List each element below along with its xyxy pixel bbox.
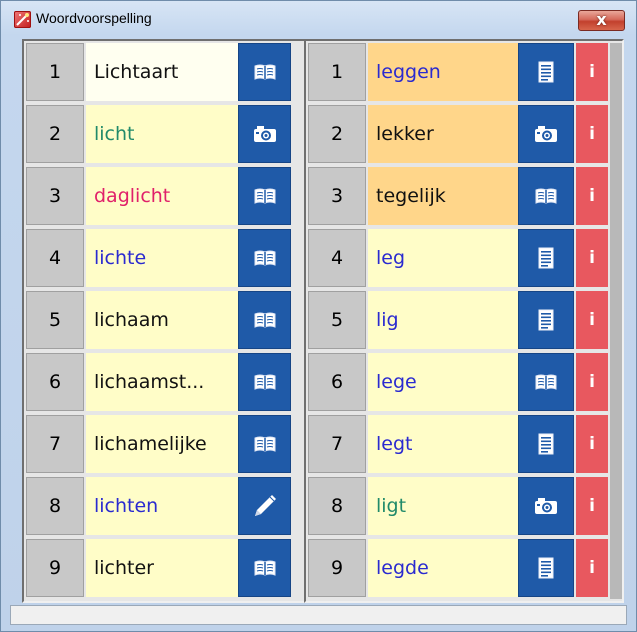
suggestion-word[interactable]: lichaamst...	[86, 353, 238, 411]
window-title: Woordvoorspelling	[36, 10, 152, 26]
suggestion-word[interactable]: leggen	[368, 43, 518, 101]
prediction-window: Woordvoorspelling x 1 Lichtaart 2 licht 3 dag…	[0, 0, 637, 632]
camera-icon[interactable]	[518, 105, 574, 163]
close-button[interactable]: x	[578, 10, 625, 31]
item-number[interactable]: 8	[26, 477, 84, 535]
item-number[interactable]: 6	[308, 353, 366, 411]
list-item[interactable]: 7 legt i	[306, 413, 622, 473]
item-number[interactable]: 5	[26, 291, 84, 349]
list-item[interactable]: 2 lekker i	[306, 103, 622, 163]
book-icon[interactable]	[238, 291, 291, 349]
document-icon[interactable]	[518, 43, 574, 101]
item-number[interactable]: 3	[26, 167, 84, 225]
item-number[interactable]: 3	[308, 167, 366, 225]
info-icon[interactable]: i	[576, 415, 608, 473]
document-icon[interactable]	[518, 291, 574, 349]
item-number[interactable]: 7	[26, 415, 84, 473]
book-icon[interactable]	[238, 539, 291, 597]
document-icon[interactable]	[518, 539, 574, 597]
book-icon[interactable]	[518, 167, 574, 225]
list-item[interactable]: 3 tegelijk i	[306, 165, 622, 225]
book-icon[interactable]	[238, 43, 291, 101]
info-icon[interactable]: i	[576, 229, 608, 287]
item-number[interactable]: 8	[308, 477, 366, 535]
item-number[interactable]: 9	[308, 539, 366, 597]
book-icon[interactable]	[238, 353, 291, 411]
document-icon[interactable]	[518, 415, 574, 473]
suggestion-word[interactable]: lege	[368, 353, 518, 411]
list-item[interactable]: 2 licht	[24, 103, 312, 163]
list-item[interactable]: 7 lichamelijke	[24, 413, 312, 473]
item-number[interactable]: 1	[308, 43, 366, 101]
suggestion-word[interactable]: lichter	[86, 539, 238, 597]
word-list-left: 1 Lichtaart 2 licht 3 daglicht 4 lichte 5 lichaam…	[22, 39, 314, 603]
camera-icon[interactable]	[238, 105, 291, 163]
camera-icon[interactable]	[518, 477, 574, 535]
suggestion-word[interactable]: ligt	[368, 477, 518, 535]
title-bar[interactable]: Woordvoorspelling x	[1, 1, 636, 39]
info-icon[interactable]: i	[576, 291, 608, 349]
app-wand-icon	[14, 11, 31, 28]
info-icon[interactable]: i	[576, 477, 608, 535]
suggestion-word[interactable]: legde	[368, 539, 518, 597]
info-icon[interactable]: i	[576, 43, 608, 101]
suggestion-word[interactable]: tegelijk	[368, 167, 518, 225]
suggestion-word[interactable]: lekker	[368, 105, 518, 163]
suggestion-word[interactable]: lichte	[86, 229, 238, 287]
suggestion-word[interactable]: lichaam	[86, 291, 238, 349]
book-icon[interactable]	[238, 167, 291, 225]
suggestion-word[interactable]: daglicht	[86, 167, 238, 225]
list-item[interactable]: 1 leggen i	[306, 41, 622, 101]
item-number[interactable]: 9	[26, 539, 84, 597]
item-number[interactable]: 2	[26, 105, 84, 163]
list-item[interactable]: 3 daglicht	[24, 165, 312, 225]
list-item[interactable]: 9 legde i	[306, 537, 622, 597]
book-icon[interactable]	[518, 353, 574, 411]
info-icon[interactable]: i	[576, 353, 608, 411]
suggestion-word[interactable]: legt	[368, 415, 518, 473]
list-item[interactable]: 6 lichaamst...	[24, 351, 312, 411]
suggestion-word[interactable]: Lichtaart	[86, 43, 238, 101]
close-icon: x	[596, 10, 607, 29]
list-item[interactable]: 9 lichter	[24, 537, 312, 597]
list-item[interactable]: 4 lichte	[24, 227, 312, 287]
list-item[interactable]: 5 lig i	[306, 289, 622, 349]
list-item[interactable]: 1 Lichtaart	[24, 41, 312, 101]
item-number[interactable]: 5	[308, 291, 366, 349]
document-icon[interactable]	[518, 229, 574, 287]
list-item[interactable]: 8 lichten	[24, 475, 312, 535]
list-item[interactable]: 5 lichaam	[24, 289, 312, 349]
info-icon[interactable]: i	[576, 539, 608, 597]
suggestion-word[interactable]: lig	[368, 291, 518, 349]
word-list-right: 1 leggen i 2 lekker i 3 tegelijk i 4 leg i 5 lig i 6 leg…	[304, 39, 624, 603]
item-number[interactable]: 4	[26, 229, 84, 287]
item-number[interactable]: 4	[308, 229, 366, 287]
info-icon[interactable]: i	[576, 167, 608, 225]
suggestion-word[interactable]: lichten	[86, 477, 238, 535]
book-icon[interactable]	[238, 229, 291, 287]
pencil-icon[interactable]	[238, 477, 291, 535]
item-number[interactable]: 7	[308, 415, 366, 473]
status-bar	[10, 605, 627, 625]
list-item[interactable]: 8 ligt i	[306, 475, 622, 535]
suggestion-word[interactable]: lichamelijke	[86, 415, 238, 473]
item-number[interactable]: 1	[26, 43, 84, 101]
list-item[interactable]: 6 lege i	[306, 351, 622, 411]
item-number[interactable]: 6	[26, 353, 84, 411]
suggestion-word[interactable]: licht	[86, 105, 238, 163]
book-icon[interactable]	[238, 415, 291, 473]
list-item[interactable]: 4 leg i	[306, 227, 622, 287]
item-number[interactable]: 2	[308, 105, 366, 163]
info-icon[interactable]: i	[576, 105, 608, 163]
suggestion-word[interactable]: leg	[368, 229, 518, 287]
